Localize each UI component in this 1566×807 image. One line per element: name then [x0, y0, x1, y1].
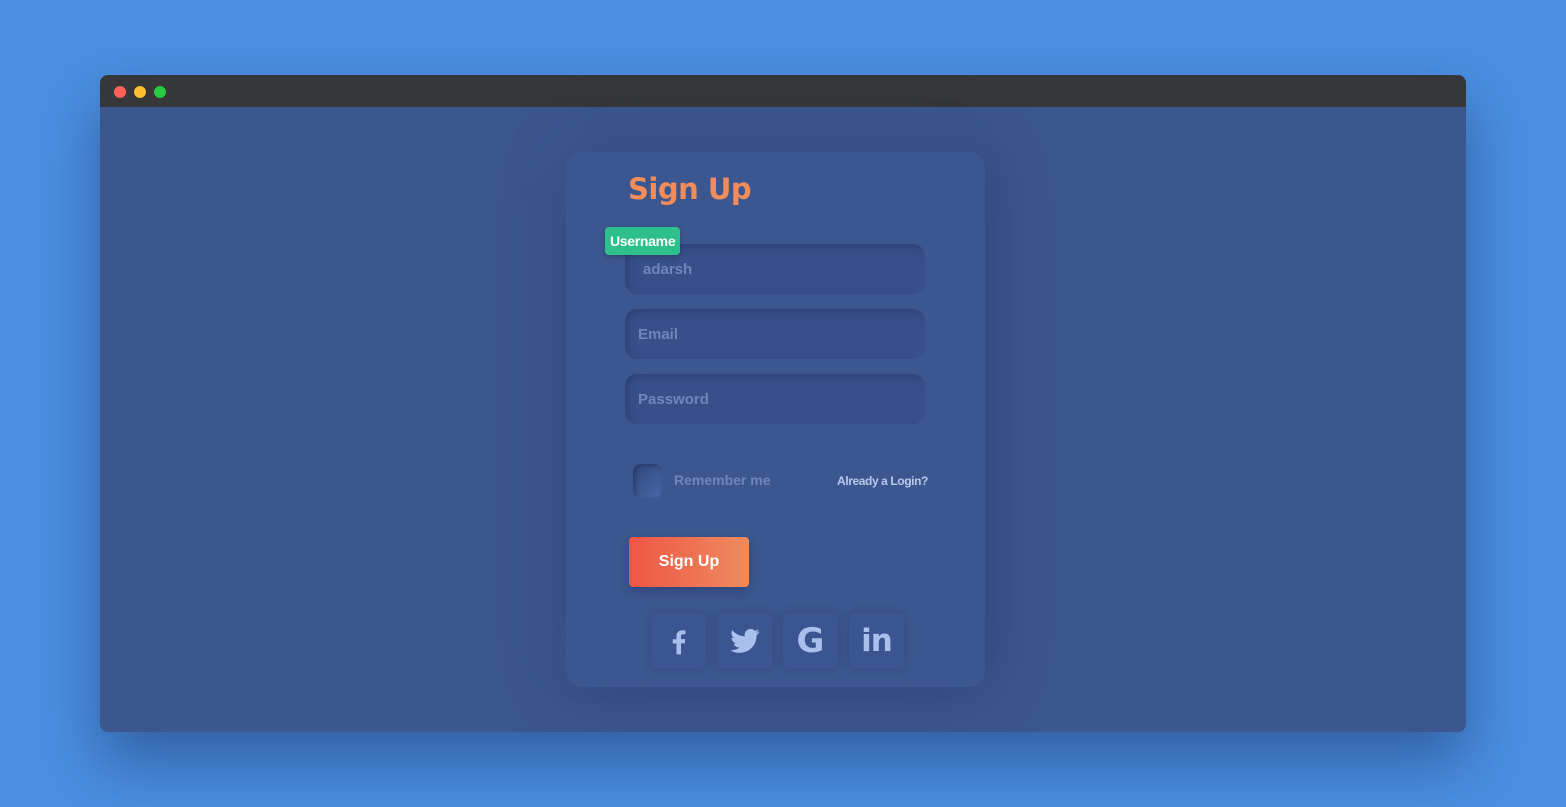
- close-window-button[interactable]: [114, 86, 126, 98]
- google-button[interactable]: G: [783, 613, 838, 668]
- browser-window: Sign Up Username Remember me Already a L…: [100, 75, 1466, 732]
- username-label: Username: [605, 227, 681, 255]
- facebook-button[interactable]: [651, 613, 706, 668]
- google-icon: G: [796, 620, 825, 661]
- social-login-row: G in: [651, 613, 904, 668]
- page-content: Sign Up Username Remember me Already a L…: [100, 107, 1466, 732]
- twitter-button[interactable]: [717, 613, 772, 668]
- remember-me-checkbox[interactable]: [633, 464, 662, 498]
- email-input[interactable]: [625, 309, 925, 359]
- password-input[interactable]: [625, 374, 925, 424]
- minimize-window-button[interactable]: [134, 86, 146, 98]
- form-title: Sign Up: [628, 172, 752, 206]
- twitter-icon: [729, 628, 760, 653]
- facebook-icon: [672, 629, 685, 654]
- linkedin-button[interactable]: in: [849, 613, 904, 668]
- linkedin-icon: in: [861, 622, 893, 659]
- window-titlebar: [100, 75, 1466, 107]
- signup-button[interactable]: Sign Up: [629, 537, 749, 587]
- remember-me-label: Remember me: [674, 472, 771, 488]
- signup-card: Sign Up Username Remember me Already a L…: [566, 152, 985, 687]
- already-login-link[interactable]: Already a Login?: [837, 474, 928, 488]
- maximize-window-button[interactable]: [154, 86, 166, 98]
